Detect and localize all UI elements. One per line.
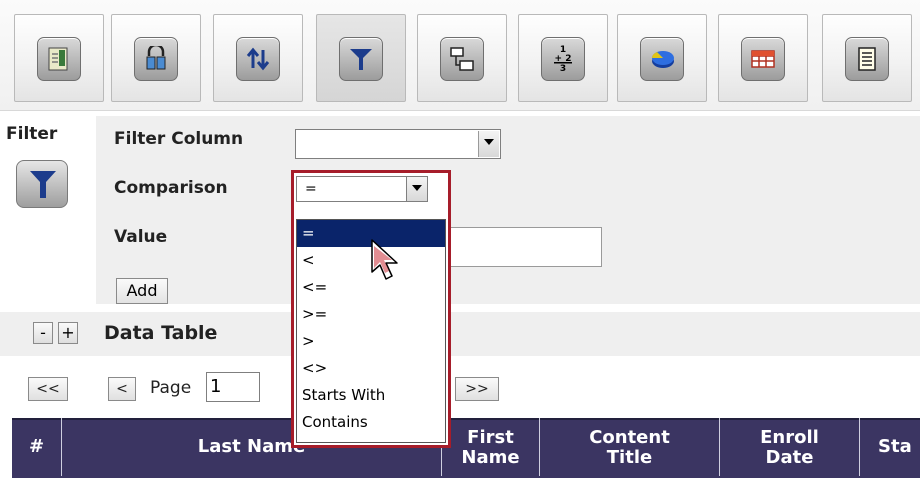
last-page-button[interactable]: >> (455, 377, 499, 401)
filter-icon (339, 37, 383, 81)
column-number-label: # (28, 436, 45, 457)
column-content-line2[interactable]: Title (607, 448, 652, 468)
filter-panel-icon (16, 160, 68, 208)
option-greater-or-equal[interactable]: >= (297, 301, 445, 328)
group-icon (134, 37, 178, 81)
column-enroll-line2[interactable]: Date (766, 448, 814, 468)
page-input[interactable]: 1 (206, 372, 260, 402)
column-last-name-label[interactable]: Last Name (198, 418, 305, 476)
option-contains[interactable]: Contains (297, 409, 445, 436)
option-greater-than[interactable]: > (297, 328, 445, 355)
pie-chart-icon (640, 37, 684, 81)
add-button[interactable]: Add (116, 278, 168, 304)
mouse-cursor-icon (371, 239, 398, 280)
column-status[interactable]: Sta (860, 418, 920, 476)
fraction-icon: 1 + 23 (541, 37, 585, 81)
filter-column-label: Filter Column (114, 129, 244, 149)
column-first-name-line1[interactable]: First (467, 428, 514, 448)
comparison-toggle[interactable] (406, 176, 428, 202)
chart-button[interactable] (617, 14, 707, 102)
value-input[interactable] (446, 227, 602, 267)
column-number: # (12, 418, 62, 476)
comparison-value: = (305, 181, 317, 197)
filter-button[interactable] (316, 14, 406, 102)
filter-sidebar: Filter (0, 116, 96, 304)
value-label: Value (114, 227, 168, 247)
report-icon (37, 37, 81, 81)
toolbar: 1 + 23 (0, 0, 920, 111)
column-enroll-line1[interactable]: Enroll (760, 428, 819, 448)
column-content-title[interactable]: Content Title (540, 418, 720, 476)
page-label: Page (150, 378, 192, 398)
document-icon (845, 37, 889, 81)
sort-icon (236, 37, 280, 81)
first-page-button[interactable]: << (28, 377, 68, 401)
comparison-label: Comparison (114, 178, 228, 198)
expand-button[interactable]: + (58, 322, 78, 344)
comparison-dropdown: = = < <= >= > <> Starts With Contains (291, 170, 451, 448)
prev-page-button[interactable]: < (108, 377, 136, 401)
column-first-name-line2[interactable]: Name (461, 448, 519, 468)
column-content-line1[interactable]: Content (589, 428, 670, 448)
flow-button[interactable] (417, 14, 507, 102)
filter-column-select[interactable] (295, 129, 501, 159)
svg-text:3: 3 (560, 64, 566, 72)
chevron-down-icon[interactable] (406, 176, 428, 202)
chevron-down-icon[interactable] (478, 131, 499, 157)
calculate-button[interactable]: 1 + 23 (518, 14, 608, 102)
column-first-name[interactable]: First Name (442, 418, 540, 476)
sort-button[interactable] (213, 14, 303, 102)
report-button[interactable] (14, 14, 104, 102)
option-starts-with[interactable]: Starts With (297, 382, 445, 409)
column-status-label[interactable]: Sta (878, 418, 912, 476)
filter-title: Filter (6, 124, 58, 144)
document-button[interactable] (822, 14, 912, 102)
table-button[interactable] (718, 14, 808, 102)
table-icon (741, 37, 785, 81)
option-not-equal[interactable]: <> (297, 355, 445, 382)
group-button[interactable] (111, 14, 201, 102)
collapse-button[interactable]: - (33, 322, 53, 344)
flow-icon (440, 37, 484, 81)
data-table-title: Data Table (104, 322, 218, 344)
column-enroll-date[interactable]: Enroll Date (720, 418, 860, 476)
